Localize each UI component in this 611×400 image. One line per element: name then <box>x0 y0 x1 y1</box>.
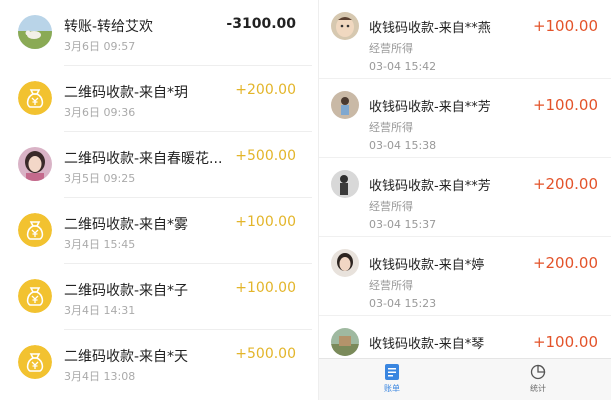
transaction-list-right: 收钱码收款-来自**燕 经营所得 03-04 15:42 +100.00 收钱码… <box>318 0 611 400</box>
transaction-row[interactable]: 二维码收款-来自*雾 3月4日 15:45 +100.00 <box>0 198 312 264</box>
transaction-amount: +100.00 <box>532 96 598 114</box>
transaction-row[interactable]: 收钱码收款-来自**芳 经营所得 03-04 15:37 +200.00 <box>319 158 611 237</box>
bill-icon <box>385 364 399 380</box>
money-bag-icon <box>18 279 52 313</box>
tab-stats[interactable]: 统计 <box>465 363 611 399</box>
transaction-amount: +200.00 <box>532 254 598 272</box>
transaction-time: 03-04 15:23 <box>369 297 437 310</box>
transaction-amount: +100.00 <box>235 214 296 230</box>
transaction-title: 二维码收款-来自*子 <box>64 283 189 299</box>
person-avatar <box>331 249 359 277</box>
transaction-time: 03-04 15:37 <box>369 218 437 231</box>
transaction-row[interactable]: 转账-转给艾欢 3月6日 09:57 -3100.00 <box>0 0 312 66</box>
person-avatar <box>18 147 52 181</box>
transaction-title: 二维码收款-来自春暖花... <box>64 151 223 167</box>
money-bag-icon <box>18 213 52 247</box>
pie-chart-icon <box>530 364 546 380</box>
money-bag-icon <box>18 81 52 115</box>
tab-bills-label: 账单 <box>384 384 400 393</box>
transaction-row[interactable]: 收钱码收款-来自*婷 经营所得 03-04 15:23 +200.00 <box>319 237 611 316</box>
tab-stats-label: 统计 <box>530 384 546 393</box>
transaction-amount: +100.00 <box>532 17 598 35</box>
tab-bills[interactable]: 账单 <box>319 363 465 399</box>
transaction-category: 经营所得 <box>369 200 413 213</box>
transaction-title: 收钱码收款-来自*琴 <box>369 337 485 352</box>
money-bag-icon <box>18 345 52 379</box>
transaction-category: 经营所得 <box>369 121 413 134</box>
transaction-row[interactable]: 二维码收款-来自春暖花... 3月5日 09:25 +500.00 <box>0 132 312 198</box>
bottom-tab-bar: 账单 统计 <box>319 358 611 400</box>
transaction-row[interactable]: 二维码收款-来自*玥 3月6日 09:36 +200.00 <box>0 66 312 132</box>
transaction-amount: +200.00 <box>235 82 296 98</box>
transaction-title: 二维码收款-来自*天 <box>64 349 189 365</box>
transaction-title: 转账-转给艾欢 <box>64 19 154 35</box>
landscape-avatar <box>331 328 359 356</box>
transaction-title: 二维码收款-来自*雾 <box>64 217 189 233</box>
transaction-time: 3月4日 15:45 <box>64 238 136 251</box>
transaction-title: 收钱码收款-来自**燕 <box>369 21 491 36</box>
child-avatar <box>331 12 359 40</box>
transaction-title: 二维码收款-来自*玥 <box>64 85 189 101</box>
transaction-amount: +500.00 <box>235 346 296 362</box>
screenshot: 转账-转给艾欢 3月6日 09:57 -3100.00 二维码收款-来自*玥 3… <box>0 0 611 400</box>
transaction-amount: +500.00 <box>235 148 296 164</box>
transaction-title: 收钱码收款-来自**芳 <box>369 179 491 194</box>
transaction-amount: +100.00 <box>532 333 598 351</box>
transaction-time: 03-04 15:38 <box>369 139 437 152</box>
transaction-row[interactable]: 收钱码收款-来自**芳 经营所得 03-04 15:38 +100.00 <box>319 79 611 158</box>
transaction-row[interactable]: 收钱码收款-来自**燕 经营所得 03-04 15:42 +100.00 <box>319 0 611 79</box>
transaction-time: 3月5日 09:25 <box>64 172 136 185</box>
transaction-category: 经营所得 <box>369 42 413 55</box>
person-avatar <box>331 91 359 119</box>
transaction-row[interactable]: 二维码收款-来自*天 3月4日 13:08 +500.00 <box>0 330 312 396</box>
transaction-category: 经营所得 <box>369 279 413 292</box>
transaction-amount: -3100.00 <box>226 16 296 32</box>
transaction-time: 3月6日 09:57 <box>64 40 136 53</box>
person-avatar <box>331 170 359 198</box>
transaction-row[interactable]: 二维码收款-来自*子 3月4日 14:31 +100.00 <box>0 264 312 330</box>
transaction-amount: +200.00 <box>532 175 598 193</box>
transaction-time: 03-04 15:42 <box>369 60 437 73</box>
transaction-amount: +100.00 <box>235 280 296 296</box>
transaction-title: 收钱码收款-来自*婷 <box>369 258 485 273</box>
landscape-avatar <box>18 15 52 49</box>
transaction-title: 收钱码收款-来自**芳 <box>369 100 491 115</box>
transaction-list-left: 转账-转给艾欢 3月6日 09:57 -3100.00 二维码收款-来自*玥 3… <box>0 0 312 400</box>
transaction-time: 3月4日 13:08 <box>64 370 136 383</box>
transaction-time: 3月4日 14:31 <box>64 304 136 317</box>
transaction-time: 3月6日 09:36 <box>64 106 136 119</box>
